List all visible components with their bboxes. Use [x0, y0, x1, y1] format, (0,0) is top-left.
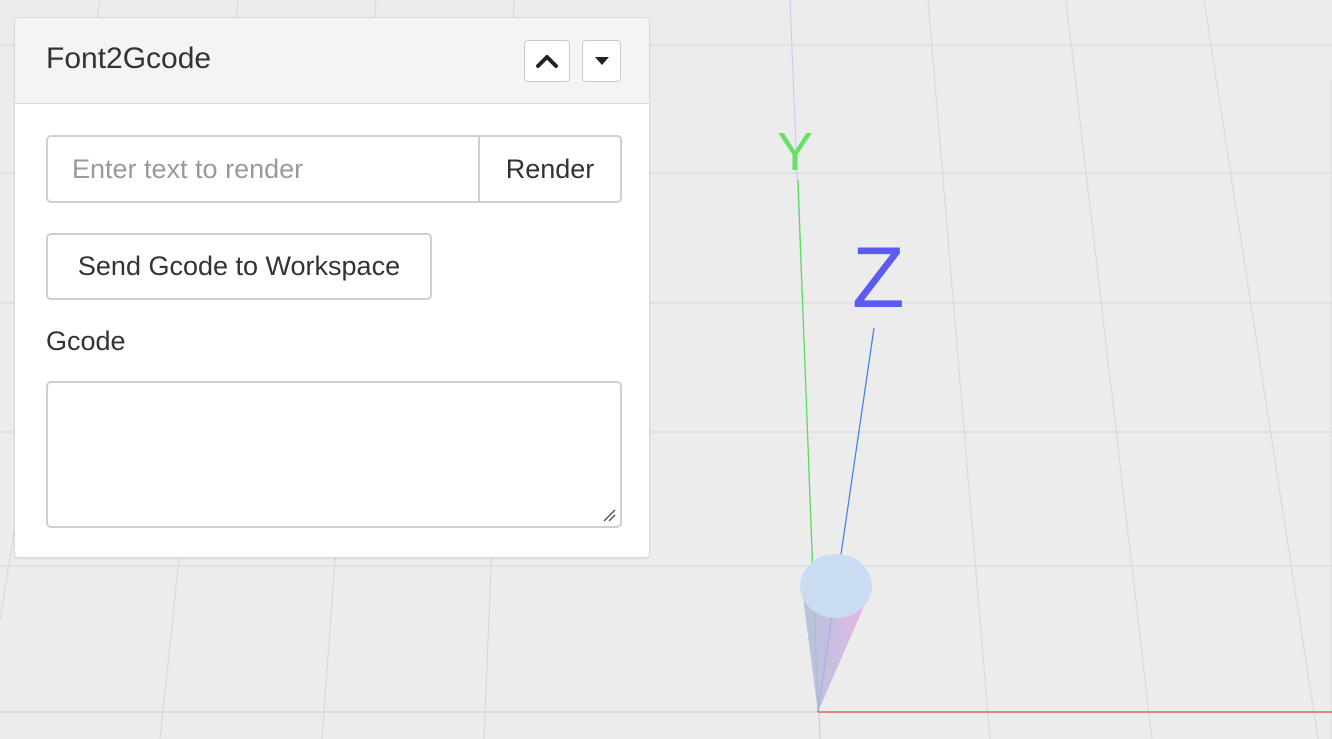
- gcode-textarea[interactable]: [46, 381, 622, 528]
- gcode-label: Gcode: [46, 326, 126, 356]
- z-axis-label: Z: [852, 230, 905, 326]
- caret-down-icon: [594, 57, 609, 65]
- collapse-button[interactable]: [524, 40, 570, 82]
- font2gcode-panel: Font2Gcode Render Send Gcode to Workspac…: [14, 17, 650, 558]
- panel-menu-button[interactable]: [582, 40, 621, 82]
- text-to-render-input[interactable]: [48, 137, 478, 201]
- y-axis-label: Y: [777, 122, 813, 182]
- resize-grip-icon[interactable]: [602, 508, 616, 522]
- tool-cone: [800, 554, 872, 712]
- send-gcode-to-workspace-button[interactable]: Send Gcode to Workspace: [46, 233, 432, 300]
- chevron-up-icon: [536, 55, 558, 68]
- render-input-group: Render: [46, 135, 622, 203]
- panel-title: Font2Gcode: [46, 42, 212, 75]
- render-button[interactable]: Render: [478, 137, 620, 201]
- panel-header: Font2Gcode: [15, 18, 649, 104]
